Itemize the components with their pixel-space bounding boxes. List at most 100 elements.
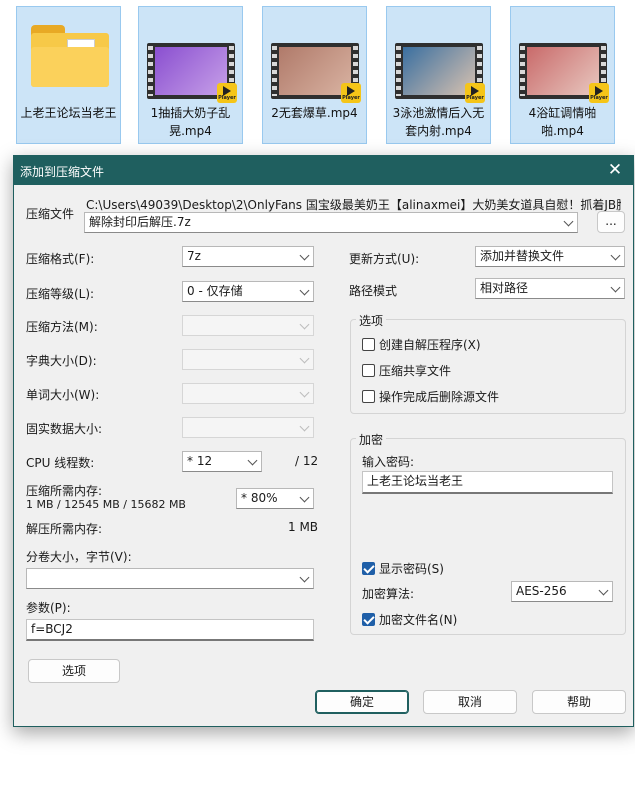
dict-label: 字典大小(D): (26, 354, 97, 368)
word-label: 单词大小(W): (26, 388, 100, 402)
archive-name-combo[interactable]: 解除封印后解压.7z (84, 212, 578, 233)
format-select[interactable]: 7z (182, 246, 314, 267)
file-name: 1抽插大奶子乱晃.mp4 (150, 106, 231, 138)
chevron-down-icon (598, 585, 609, 596)
archive-path: C:\Users\49039\Desktop\2\OnlyFans 国宝级最美奶… (86, 198, 621, 212)
format-label: 压缩格式(F): (26, 252, 95, 266)
compress-shared-checkbox[interactable]: 压缩共享文件 (362, 362, 451, 379)
video-thumbnail: Player (395, 43, 485, 103)
video-thumbnail: Player (147, 43, 237, 103)
dialog-titlebar: 添加到压缩文件 ✕ (14, 156, 633, 185)
update-value: 添加并替换文件 (480, 249, 565, 263)
help-button[interactable]: 帮助 (532, 690, 626, 714)
password-input[interactable]: 上老王论坛当老王 (362, 471, 613, 494)
checkbox-box[interactable] (362, 364, 375, 377)
level-value: 0 - 仅存储 (187, 284, 243, 298)
volume-label: 分卷大小，字节(V): (26, 550, 132, 564)
encryption-method-select[interactable]: AES-256 (511, 581, 613, 602)
file-tile-video-4[interactable]: Player 4浴缸调情啪啪.mp4 (510, 6, 615, 144)
word-select (182, 383, 314, 404)
threads-select[interactable]: * 12 (182, 451, 262, 472)
chevron-down-icon (247, 455, 258, 466)
cancel-button[interactable]: 取消 (423, 690, 517, 714)
path-mode-label: 路径模式 (349, 284, 398, 298)
file-name: 3泳池激情后入无套内射.mp4 (392, 106, 485, 138)
player-badge-icon: Player (217, 83, 237, 103)
chevron-down-icon (610, 282, 621, 293)
decompress-memory-value: 1 MB (288, 520, 319, 534)
encrypt-filenames-label: 加密文件名(N) (379, 613, 458, 627)
checkbox-box[interactable] (362, 613, 375, 626)
chevron-down-icon (610, 250, 621, 261)
file-name: 上老王论坛当老王 (20, 106, 117, 120)
archive-name-value: 解除封印后解压.7z (89, 215, 191, 229)
show-password-label: 显示密码(S) (379, 562, 444, 576)
path-mode-value: 相对路径 (480, 281, 529, 295)
delete-source-checkbox[interactable]: 操作完成后删除源文件 (362, 388, 499, 405)
params-input[interactable]: f=BCJ2 (26, 619, 314, 641)
file-tile-video-2[interactable]: Player 2无套爆草.mp4 (262, 6, 367, 144)
close-icon[interactable]: ✕ (605, 160, 625, 180)
show-password-checkbox[interactable]: 显示密码(S) (362, 560, 444, 577)
checkbox-box[interactable] (362, 390, 375, 403)
encryption-method-label: 加密算法: (362, 587, 415, 601)
file-tile-folder[interactable]: 上老王论坛当老王 (16, 6, 121, 144)
memory-label: 压缩所需内存: (26, 484, 103, 498)
password-label: 输入密码: (362, 455, 415, 469)
solid-label: 固实数据大小: (26, 422, 103, 436)
params-label: 参数(P): (26, 601, 71, 615)
video-thumbnail: Player (519, 43, 609, 103)
encryption-method-value: AES-256 (516, 584, 567, 598)
chevron-down-icon[interactable] (563, 216, 574, 227)
volume-combo[interactable] (26, 568, 314, 589)
decompress-memory-label: 解压所需内存: (26, 522, 103, 536)
memory-percent-select[interactable]: * 80% (236, 488, 314, 509)
path-mode-select[interactable]: 相对路径 (475, 278, 625, 299)
encryption-group-label: 加密 (356, 431, 387, 448)
player-badge-icon: Player (589, 83, 609, 103)
create-sfx-label: 创建自解压程序(X) (379, 338, 481, 352)
dialog-title: 添加到压缩文件 (20, 165, 105, 179)
file-name: 2无套爆草.mp4 (271, 106, 358, 120)
player-badge-icon: Player (465, 83, 485, 103)
add-to-archive-dialog: 添加到压缩文件 ✕ 压缩文件 C:\Users\49039\Desktop\2\… (13, 155, 634, 727)
chevron-down-icon (299, 353, 310, 364)
memory-detail: 1 MB / 12545 MB / 15682 MB (26, 498, 186, 511)
update-select[interactable]: 添加并替换文件 (475, 246, 625, 267)
options-group-label: 选项 (356, 312, 387, 329)
ok-button[interactable]: 确定 (315, 690, 409, 714)
video-thumbnail: Player (271, 43, 361, 103)
browse-button[interactable]: ... (597, 211, 625, 233)
dict-select (182, 349, 314, 370)
threads-value: * 12 (187, 454, 213, 468)
level-label: 压缩等级(L): (26, 287, 95, 301)
format-value: 7z (187, 249, 201, 263)
update-label: 更新方式(U): (349, 252, 420, 266)
chevron-down-icon (299, 492, 310, 503)
chevron-down-icon (299, 250, 310, 261)
options-button[interactable]: 选项 (28, 659, 120, 683)
threads-label: CPU 线程数: (26, 456, 95, 470)
chevron-down-icon (299, 572, 310, 583)
solid-select (182, 417, 314, 438)
compress-shared-label: 压缩共享文件 (379, 364, 452, 378)
checkbox-box[interactable] (362, 338, 375, 351)
create-sfx-checkbox[interactable]: 创建自解压程序(X) (362, 336, 481, 353)
file-tile-video-1[interactable]: Player 1抽插大奶子乱晃.mp4 (138, 6, 243, 144)
memory-percent-value: * 80% (241, 491, 278, 505)
archive-label: 压缩文件 (26, 207, 75, 221)
encrypt-filenames-checkbox[interactable]: 加密文件名(N) (362, 611, 457, 628)
chevron-down-icon (299, 285, 310, 296)
checkbox-box[interactable] (362, 562, 375, 575)
player-badge-icon: Player (341, 83, 361, 103)
file-name: 4浴缸调情啪啪.mp4 (528, 106, 597, 138)
folder-icon (31, 25, 109, 87)
chevron-down-icon (299, 387, 310, 398)
method-select (182, 315, 314, 336)
threads-total: / 12 (295, 454, 319, 468)
delete-source-label: 操作完成后删除源文件 (379, 390, 500, 404)
file-tile-video-3[interactable]: Player 3泳池激情后入无套内射.mp4 (386, 6, 491, 144)
method-label: 压缩方法(M): (26, 320, 98, 334)
level-select[interactable]: 0 - 仅存储 (182, 281, 314, 302)
chevron-down-icon (299, 319, 310, 330)
